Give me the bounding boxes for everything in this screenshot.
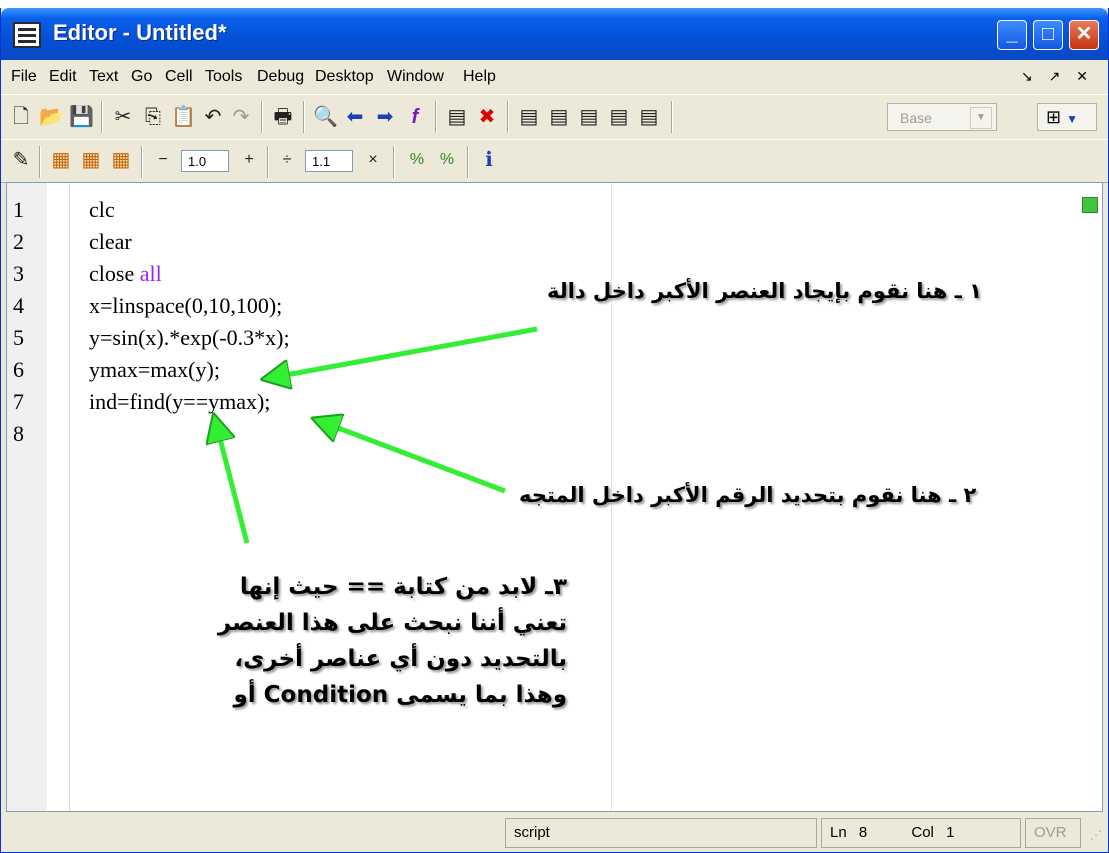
annotation-3-line: وهذا بما يسمى Condition أو: [233, 682, 567, 708]
step-out-icon[interactable]: ▤: [577, 105, 601, 129]
editor-app-icon: [13, 22, 41, 48]
col-label: Col: [911, 824, 934, 841]
close-button[interactable]: ✕: [1069, 20, 1099, 50]
step-in-icon[interactable]: ▤: [547, 105, 571, 129]
menu-debug[interactable]: Debug: [257, 68, 304, 86]
eval-cell-icon[interactable]: ▦: [49, 148, 73, 172]
find-icon[interactable]: 🔍: [313, 105, 338, 129]
divide-button[interactable]: ÷: [275, 148, 299, 172]
paste-icon[interactable]: 📋: [171, 105, 196, 129]
main-toolbar: 🗋 📂 💾 ✂ ⎘ 📋 ↶ ↷ 🖶 🔍 ⬅ ➡ f ▤ ✖ ▤ ▤ ▤ ▤ ▤ …: [1, 94, 1108, 140]
arrow-to-line-7: [325, 423, 506, 494]
value-field-1[interactable]: 1.0: [181, 150, 229, 172]
annotation-3-line: بالتحديد دون أي عناصر أخرى،: [234, 646, 567, 672]
arrow-to-equals: [217, 427, 250, 544]
cell-toolbar: ✎ ▦ ▦ ▦ − 1.0 + ÷ 1.1 × % % ℹ: [1, 139, 1108, 183]
col-value: 1: [946, 824, 955, 841]
print-icon[interactable]: 🖶: [271, 105, 295, 129]
exit-debug-icon[interactable]: ▤: [637, 105, 661, 129]
code-editor[interactable]: 1 2 3 4 5 6 7 8 clc clear close all x=li…: [6, 182, 1103, 812]
layout-grid-button[interactable]: ⊞ ▼: [1037, 103, 1097, 131]
status-bar: script Ln 8 Col 1 OVR ⋰: [1, 814, 1108, 852]
increment-button[interactable]: +: [237, 148, 261, 172]
new-file-icon[interactable]: 🗋: [9, 105, 33, 129]
stack-combo[interactable]: Base ▼: [887, 103, 997, 131]
eval-file-icon[interactable]: ▦: [109, 148, 133, 172]
editor-window: Editor - Untitled* _ □ ✕ File Edit Text …: [0, 8, 1109, 853]
maximize-button[interactable]: □: [1033, 20, 1063, 50]
arrow-to-line-6: [275, 326, 538, 377]
decrement-button[interactable]: −: [151, 148, 175, 172]
continue-icon[interactable]: ▤: [607, 105, 631, 129]
function-icon[interactable]: f: [403, 105, 427, 129]
menu-file[interactable]: File: [11, 68, 37, 86]
menu-cell[interactable]: Cell: [165, 68, 193, 86]
menu-bar: File Edit Text Go Cell Tools Debug Deskt…: [1, 60, 1108, 94]
value-field-2[interactable]: 1.1: [305, 150, 353, 172]
menu-window[interactable]: Window: [387, 68, 444, 86]
annotation-1: ١ ـ هنا نقوم بإيجاد العنصر الأكبر داخل د…: [547, 279, 982, 303]
minimize-button[interactable]: _: [997, 20, 1027, 50]
remove-cell-divider-icon[interactable]: %: [435, 148, 459, 172]
status-mode: script: [505, 818, 817, 848]
menu-tools[interactable]: Tools: [205, 68, 242, 86]
eval-advance-icon[interactable]: ▦: [79, 148, 103, 172]
menu-go[interactable]: Go: [131, 68, 152, 86]
title-bar[interactable]: Editor - Untitled* _ □ ✕: [1, 8, 1108, 60]
redo-icon[interactable]: ↷: [229, 105, 253, 129]
cell-mode-icon[interactable]: ✎: [9, 148, 33, 172]
window-title: Editor - Untitled*: [53, 20, 227, 45]
multiply-button[interactable]: ×: [361, 148, 385, 172]
annotation-3-line: تعني أننا نبحث على هذا العنصر: [217, 610, 567, 636]
back-arrow-icon[interactable]: ⬅: [343, 105, 367, 129]
menu-text[interactable]: Text: [89, 68, 118, 86]
line-value: 8: [858, 824, 868, 841]
save-icon[interactable]: 💾: [69, 105, 94, 129]
dock-controls[interactable]: ↘ ↗ ✕: [1021, 68, 1094, 85]
annotation-3-line: ٣ـ لابد من كتابة == حيث إنها: [239, 574, 567, 600]
open-folder-icon[interactable]: 📂: [39, 105, 64, 129]
status-position: Ln 8 Col 1: [821, 818, 1021, 848]
clear-breakpoints-icon[interactable]: ✖: [475, 105, 499, 129]
line-label: Ln: [830, 824, 847, 841]
insert-cell-divider-icon[interactable]: %: [405, 148, 429, 172]
info-icon[interactable]: ℹ: [477, 148, 501, 172]
status-ovr: OVR: [1025, 818, 1081, 848]
stack-combo-value: Base: [900, 110, 932, 126]
menu-desktop[interactable]: Desktop: [315, 68, 374, 86]
chevron-down-icon: ▼: [1066, 112, 1078, 126]
cut-icon[interactable]: ✂: [111, 105, 135, 129]
annotation-3: ٣ـ لابد من كتابة == حيث إنها تعني أننا ن…: [167, 569, 567, 713]
undo-icon[interactable]: ↶: [201, 105, 225, 129]
step-icon[interactable]: ▤: [517, 105, 541, 129]
resize-grip-icon[interactable]: ⋰: [1090, 828, 1102, 842]
forward-arrow-icon[interactable]: ➡: [373, 105, 397, 129]
menu-help[interactable]: Help: [463, 68, 496, 86]
set-breakpoint-icon[interactable]: ▤: [445, 105, 469, 129]
chevron-down-icon[interactable]: ▼: [970, 107, 992, 129]
menu-edit[interactable]: Edit: [49, 68, 77, 86]
annotation-2: ٢ ـ هنا نقوم بتحديد الرقم الأكبر داخل ال…: [519, 483, 977, 507]
copy-icon[interactable]: ⎘: [141, 105, 165, 129]
